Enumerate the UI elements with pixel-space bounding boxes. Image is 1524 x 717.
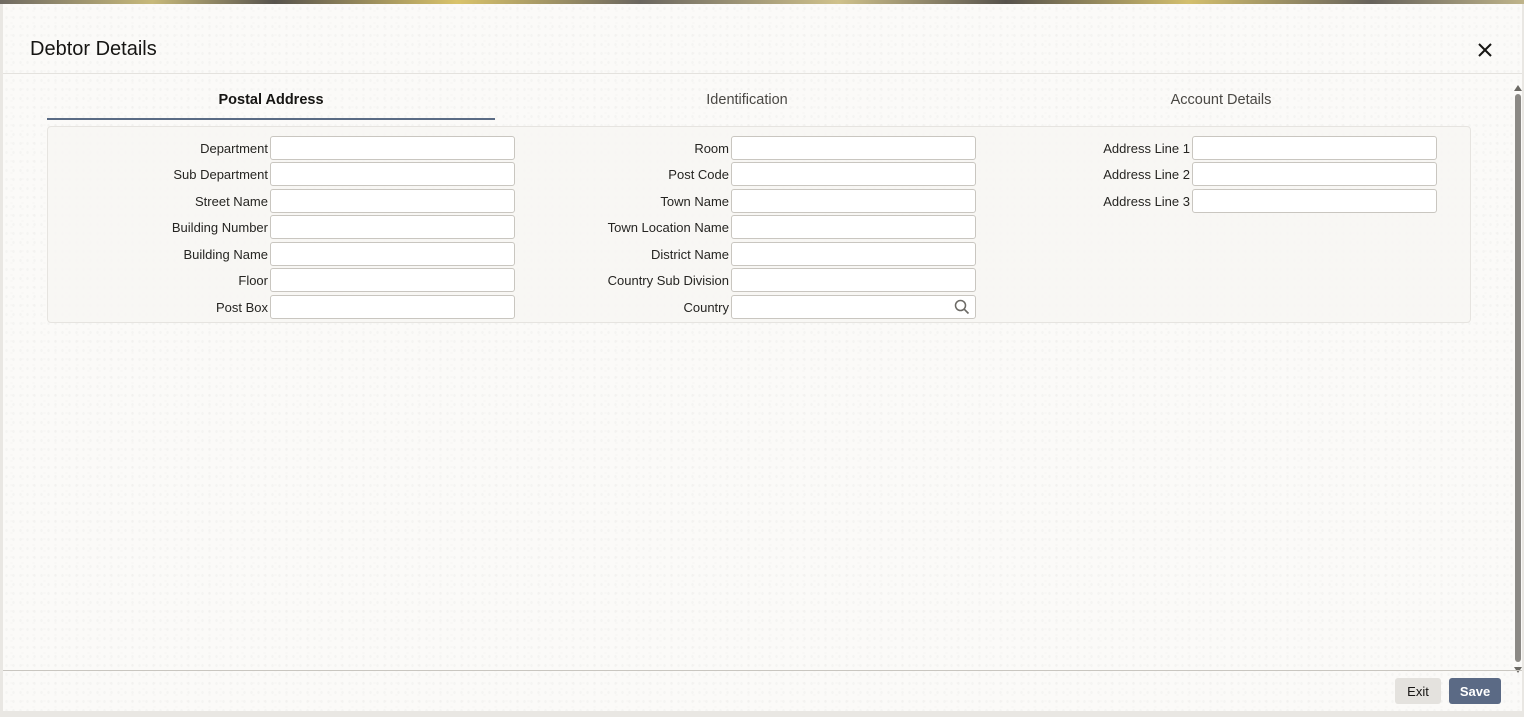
town-location-name-label: Town Location Name [607,220,729,235]
address-line-1-label: Address Line 1 [1103,141,1190,156]
sub-department-label: Sub Department [173,167,268,182]
country-label: Country [683,300,729,315]
building-number-input[interactable] [270,215,515,239]
post-code-input[interactable] [731,162,976,186]
floor-input[interactable] [270,268,515,292]
scroll-up-arrow[interactable] [1514,84,1522,92]
room-label: Room [694,141,729,156]
debtor-details-dialog: Debtor Details Postal Address Identifica… [3,4,1522,711]
town-name-label: Town Name [660,194,729,209]
post-code-label: Post Code [668,167,729,182]
address-line-3-label: Address Line 3 [1103,194,1190,209]
tab-account-details[interactable]: Account Details [997,82,1445,118]
street-name-input[interactable] [270,189,515,213]
building-name-label: Building Name [183,247,268,262]
search-icon[interactable] [954,299,970,315]
post-box-label: Post Box [215,300,268,315]
tab-bar: Postal Address Identification Account De… [47,82,1472,120]
address-line-2-input[interactable] [1192,162,1437,186]
address-line-3-input[interactable] [1192,189,1437,213]
vertical-scrollbar[interactable] [1514,84,1522,674]
country-input[interactable] [731,295,976,319]
postal-address-panel: Department Sub Department Street Name Bu… [47,126,1471,323]
building-number-label: Building Number [171,220,268,235]
dialog-title: Debtor Details [30,38,157,60]
district-name-label: District Name [650,247,729,262]
town-name-input[interactable] [731,189,976,213]
arrow-up-icon [1514,85,1522,91]
floor-label: Floor [238,273,268,288]
scroll-thumb[interactable] [1515,94,1521,662]
address-line-2-label: Address Line 2 [1103,167,1190,182]
building-name-input[interactable] [270,242,515,266]
header-divider [3,73,1522,74]
room-input[interactable] [731,136,976,160]
address-line-1-input[interactable] [1192,136,1437,160]
department-label: Department [200,141,268,156]
sub-department-input[interactable] [270,162,515,186]
country-sub-division-input[interactable] [731,268,976,292]
save-button[interactable]: Save [1449,678,1501,704]
close-button[interactable] [1475,40,1495,60]
town-location-name-input[interactable] [731,215,976,239]
department-input[interactable] [270,136,515,160]
street-name-label: Street Name [195,194,268,209]
exit-button[interactable]: Exit [1395,678,1441,704]
district-name-input[interactable] [731,242,976,266]
post-box-input[interactable] [270,295,515,319]
tab-postal-address[interactable]: Postal Address [47,82,495,120]
tab-identification[interactable]: Identification [523,82,971,118]
country-sub-division-label: Country Sub Division [607,273,729,288]
close-icon [1478,43,1492,57]
footer-divider [3,670,1522,671]
